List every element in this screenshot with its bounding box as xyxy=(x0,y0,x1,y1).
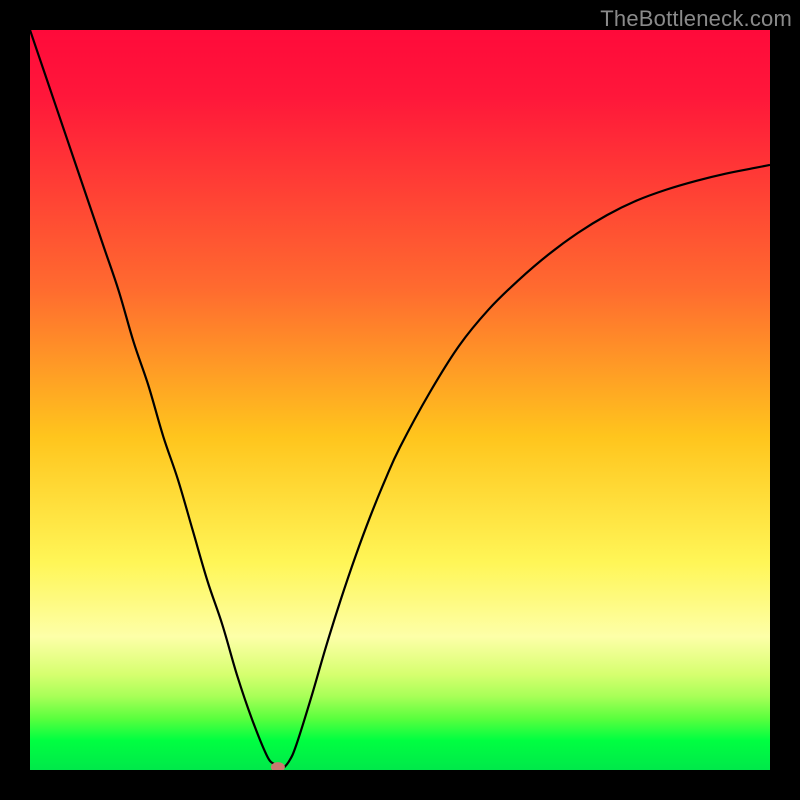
watermark-text: TheBottleneck.com xyxy=(600,6,792,32)
plot-area xyxy=(30,30,770,770)
chart-svg xyxy=(30,30,770,770)
bottleneck-curve xyxy=(30,30,770,769)
chart-frame: TheBottleneck.com xyxy=(0,0,800,800)
